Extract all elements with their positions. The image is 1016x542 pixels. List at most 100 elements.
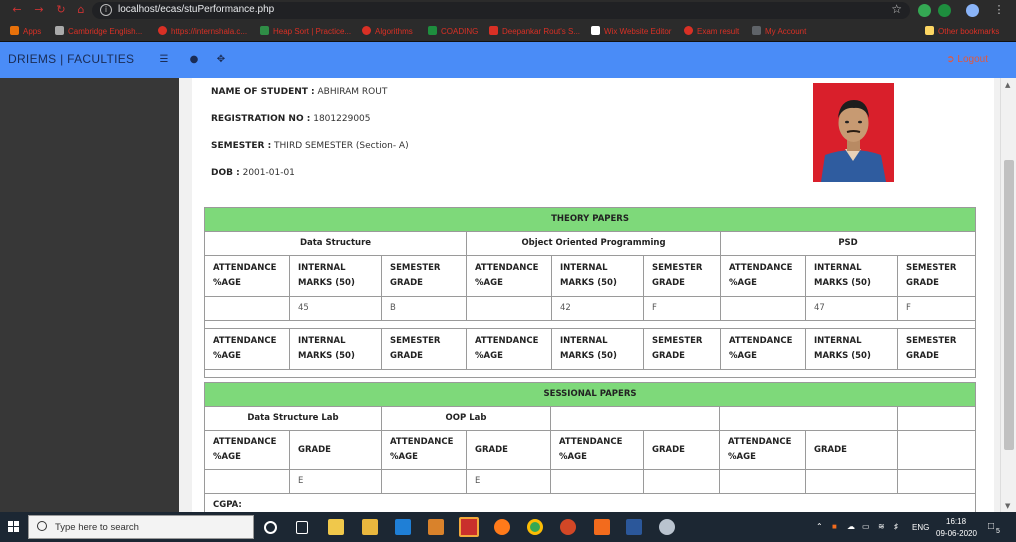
col-attendance: ATTENDANCE %AGE (466, 255, 552, 297)
col-grade: GRADE (466, 430, 551, 470)
sessional-header: SESSIONAL PAPERS (203, 382, 977, 407)
bookmark-my-account[interactable]: My Account (752, 26, 806, 36)
bookmark-icon (684, 26, 693, 35)
gfg-icon (260, 26, 269, 35)
subject-header (550, 406, 720, 431)
scroll-down-icon[interactable]: ▼ (1005, 502, 1010, 510)
info-icon[interactable]: i (100, 4, 112, 16)
profile-avatar[interactable] (966, 4, 979, 17)
bookmark-coading[interactable]: COADING (428, 26, 478, 36)
extension-icon[interactable] (918, 4, 931, 17)
col-semester-grade: SEMESTER GRADE (643, 328, 721, 370)
table-cell (204, 296, 290, 321)
apps-icon (10, 26, 19, 35)
sublime-icon[interactable] (428, 519, 444, 535)
user-icon[interactable]: ● (188, 54, 200, 66)
subject-header: Data Structure Lab (204, 406, 382, 431)
app-icon[interactable] (459, 517, 479, 537)
home-icon[interactable]: ⌂ (74, 3, 88, 17)
theory-header: THEORY PAPERS (203, 207, 977, 232)
file-explorer-icon[interactable] (362, 519, 378, 535)
cortana-icon[interactable] (264, 521, 277, 534)
col-attendance: ATTENDANCE %AGE (719, 430, 806, 470)
table-spacer (203, 320, 977, 329)
subject-header (896, 406, 977, 431)
scroll-up-icon[interactable]: ▲ (1005, 81, 1010, 89)
brand-title[interactable]: DRIEMS | FACULTIES (8, 52, 134, 66)
col-attendance: ATTENDANCE %AGE (204, 430, 290, 470)
volume-icon[interactable]: ♯ (894, 522, 898, 531)
bookmark-other[interactable]: Other bookmarks (925, 26, 999, 36)
table-cell (550, 469, 644, 494)
table-cell (805, 469, 898, 494)
col-semester-grade: SEMESTER GRADE (381, 255, 467, 297)
windows-start-icon[interactable] (8, 521, 20, 533)
bookmark-heapsort[interactable]: Heap Sort | Practice... (260, 26, 351, 36)
extension-icon[interactable] (938, 4, 951, 17)
col-attendance: ATTENDANCE %AGE (720, 255, 806, 297)
store-icon[interactable] (328, 519, 344, 535)
table-cell: 47 (805, 296, 898, 321)
table-cell (896, 430, 977, 470)
bookmark-deepankar[interactable]: Deepankar Rout's S... (489, 26, 580, 36)
wix-icon (591, 26, 600, 35)
bookmark-cambridge[interactable]: Cambridge English... (55, 26, 142, 36)
sidebar (0, 78, 179, 512)
table-cell (719, 469, 806, 494)
search-icon (37, 521, 47, 531)
taskbar-search[interactable]: Type here to search (28, 515, 254, 539)
app-icon[interactable] (659, 519, 675, 535)
table-cell: F (643, 296, 721, 321)
bookmark-icon (362, 26, 371, 35)
reload-icon[interactable]: ↻ (54, 3, 68, 17)
table-cell: 45 (289, 296, 382, 321)
tray-chevron-icon[interactable]: ⌃ (816, 522, 823, 531)
table-cell (204, 469, 290, 494)
expand-icon[interactable]: ✥ (215, 54, 227, 66)
col-attendance: ATTENDANCE %AGE (204, 255, 290, 297)
table-cell (896, 469, 977, 494)
address-bar[interactable]: i localhost/ecas/stuPerformance.php ☆ (92, 2, 910, 19)
back-icon[interactable]: ← (10, 3, 24, 17)
xampp-icon[interactable] (594, 519, 610, 535)
bookmark-algorithms[interactable]: Algorithms (362, 26, 413, 36)
word-icon[interactable] (626, 519, 642, 535)
bookmark-internshala[interactable]: https://internshala.c... (158, 26, 247, 36)
firefox-icon[interactable] (494, 519, 510, 535)
search-placeholder[interactable]: Type here to search (55, 522, 139, 533)
tray-cloud-icon[interactable]: ☁ (847, 522, 855, 531)
scroll-thumb[interactable] (1004, 160, 1014, 450)
battery-icon[interactable]: ▭ (862, 522, 870, 531)
dob: DOB : 2001-01-01 (211, 168, 295, 178)
table-cell: F (896, 296, 977, 321)
menu-icon[interactable]: ⋮ (992, 3, 1006, 17)
windows-taskbar: Type here to search ⌃ ■ ☁ ▭ ≋ ♯ ENG 16:1… (0, 512, 1016, 542)
table-cell (643, 469, 720, 494)
bookmark-wix-editor[interactable]: Wix Website Editor (591, 26, 671, 36)
powerpoint-icon[interactable] (560, 519, 576, 535)
table-cell (720, 296, 806, 321)
wifi-icon[interactable]: ≋ (878, 522, 885, 531)
chrome-icon[interactable] (527, 519, 543, 535)
bookmark-apps[interactable]: Apps (10, 26, 41, 36)
bookmark-icon (158, 26, 167, 35)
bookmark-star-icon[interactable]: ☆ (891, 2, 902, 16)
list-icon[interactable]: ☰ (158, 54, 170, 66)
notification-icon[interactable]: □ (988, 521, 994, 532)
tray-xampp-icon[interactable]: ■ (832, 522, 837, 531)
notification-badge: 5 (996, 528, 1000, 535)
col-internal-marks: INTERNAL MARKS (50) (551, 328, 644, 370)
task-view-icon[interactable] (296, 521, 308, 534)
clock-date[interactable]: 09-06-2020 (936, 529, 977, 538)
vscode-icon[interactable] (395, 519, 411, 535)
logout-link[interactable]: ➲ Logout (946, 54, 988, 65)
language-indicator[interactable]: ENG (912, 523, 929, 532)
col-attendance: ATTENDANCE %AGE (466, 328, 552, 370)
subject-header: Object Oriented Programming (466, 231, 721, 256)
table-row: E E (204, 469, 977, 494)
bookmark-exam-result[interactable]: Exam result (684, 26, 739, 36)
url-text[interactable]: localhost/ecas/stuPerformance.php (118, 4, 274, 15)
page-scrollbar[interactable]: ▲ ▼ (1000, 78, 1016, 512)
clock-time[interactable]: 16:18 (946, 517, 966, 526)
forward-icon[interactable]: → (32, 3, 46, 17)
